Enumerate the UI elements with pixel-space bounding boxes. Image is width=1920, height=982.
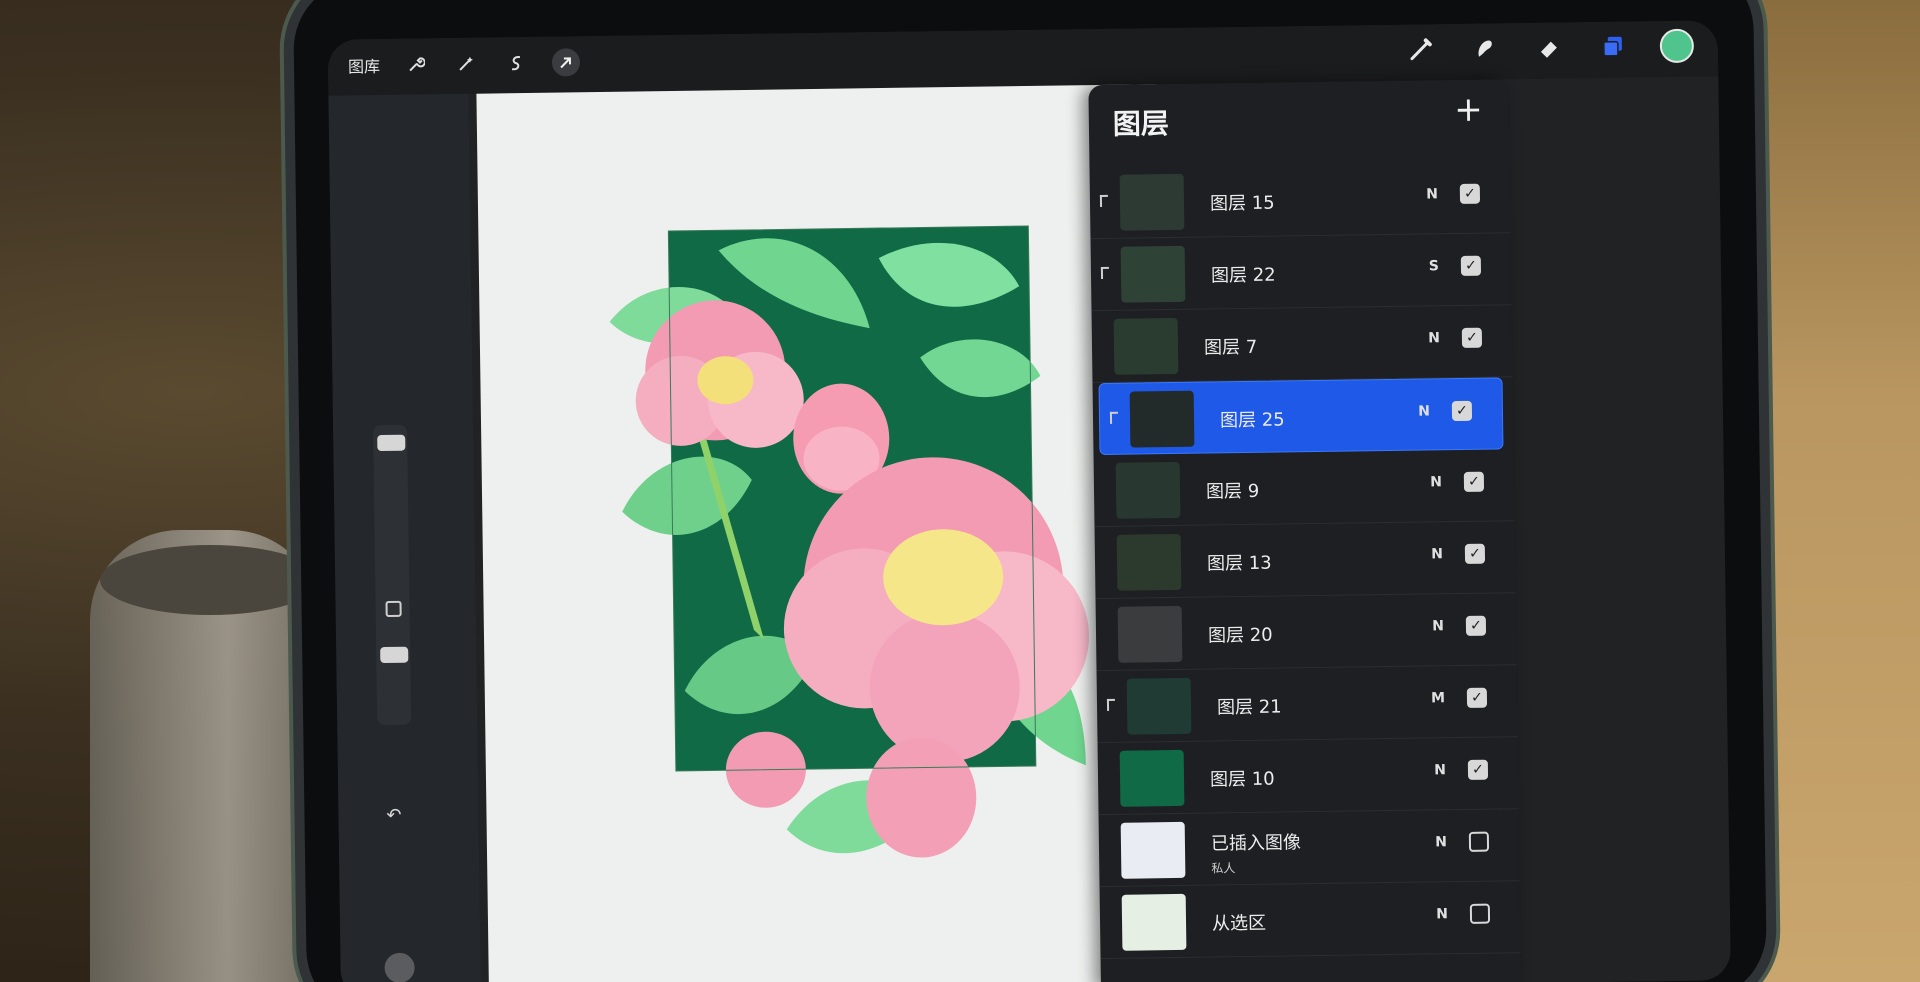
layer-name: 从选区: [1211, 912, 1267, 935]
layer-row[interactable]: 图层 21 M ✓: [1096, 665, 1518, 744]
toolbar-right-group: [1404, 28, 1695, 67]
transform-arrow-icon[interactable]: [551, 48, 581, 77]
undo-icon[interactable]: ↶: [386, 805, 401, 826]
layer-row[interactable]: 图层 9 N ✓: [1093, 449, 1515, 528]
top-toolbar: 图库: [327, 20, 1719, 96]
layer-row[interactable]: 图层 25 N ✓: [1098, 377, 1504, 456]
layers-panel: 图层 + 图层 15 N ✓ 图层 22 S ✓ 图层 7 N ✓ 图层 25 N ✓ 图层 9 N ✓ 图层…: [1088, 79, 1521, 982]
clipping-mask-icon: [1100, 266, 1110, 279]
layer-thumbnail[interactable]: [1120, 821, 1186, 879]
layer-thumbnail[interactable]: [1117, 605, 1183, 663]
layers-panel-title: 图层: [1112, 107, 1170, 141]
layer-row[interactable]: 已插入图像私人 N: [1098, 809, 1520, 888]
layer-row[interactable]: 从选区 N: [1099, 881, 1521, 960]
modify-button[interactable]: [385, 600, 402, 618]
magic-wand-icon[interactable]: [452, 50, 480, 78]
blend-mode-button[interactable]: N: [1436, 906, 1448, 922]
layer-thumbnail[interactable]: [1113, 317, 1179, 375]
layer-name: 图层 21: [1216, 696, 1282, 719]
smudge-icon[interactable]: [1468, 31, 1502, 65]
blend-mode-button[interactable]: N: [1431, 546, 1443, 562]
layer-thumbnail[interactable]: [1115, 461, 1181, 519]
layer-name: 图层 9: [1205, 480, 1260, 503]
layer-visibility-checkbox[interactable]: [1468, 831, 1490, 852]
selection-icon[interactable]: [502, 49, 530, 77]
layer-visibility-checkbox[interactable]: ✓: [1460, 255, 1482, 276]
layer-name: 图层 25: [1219, 409, 1285, 432]
blend-mode-button[interactable]: N: [1435, 834, 1447, 850]
brush-icon[interactable]: [1404, 32, 1438, 66]
camellia-artwork: [609, 225, 1090, 858]
blend-mode-button[interactable]: N: [1430, 474, 1442, 490]
mug-rim: [100, 545, 320, 615]
layer-row[interactable]: 图层 7 N ✓: [1091, 305, 1513, 384]
blend-mode-button[interactable]: N: [1426, 186, 1438, 202]
add-layer-button[interactable]: +: [1454, 90, 1483, 130]
blend-mode-button[interactable]: N: [1428, 330, 1440, 346]
blend-mode-button[interactable]: M: [1431, 690, 1445, 706]
redo-button[interactable]: [384, 952, 415, 982]
layers-icon[interactable]: [1596, 30, 1630, 64]
layer-visibility-checkbox[interactable]: ✓: [1461, 327, 1483, 348]
left-sidebar: ↶: [328, 93, 482, 982]
brush-size-slider[interactable]: [377, 434, 406, 452]
eraser-icon[interactable]: [1532, 30, 1566, 64]
layer-subtitle: 私人: [1211, 861, 1236, 876]
layer-name: 图层 10: [1209, 768, 1275, 791]
app-screen: 图库 ↶ 图层 + 图层 15 N ✓ 图层 22 S ✓ 图层 7 N ✓ 图…: [327, 20, 1731, 982]
blend-mode-button[interactable]: N: [1434, 762, 1446, 778]
gallery-button[interactable]: 图库: [348, 53, 380, 77]
layer-row[interactable]: 图层 15 N ✓: [1089, 161, 1511, 240]
layer-name: 图层 20: [1207, 624, 1273, 647]
layer-thumbnail[interactable]: [1120, 245, 1186, 303]
toolbar-left-group: 图库: [348, 48, 581, 79]
drawing-canvas[interactable]: [476, 84, 1169, 982]
layer-visibility-checkbox[interactable]: [1469, 903, 1491, 924]
sidebar-slider-track: [373, 424, 412, 726]
layer-thumbnail[interactable]: [1129, 390, 1195, 448]
layer-visibility-checkbox[interactable]: ✓: [1466, 687, 1488, 708]
layer-thumbnail[interactable]: [1119, 173, 1185, 231]
wrench-icon[interactable]: [402, 50, 430, 78]
opacity-slider[interactable]: [380, 646, 409, 664]
layer-thumbnail[interactable]: [1126, 677, 1192, 735]
clipping-mask-icon: [1109, 411, 1119, 424]
layer-thumbnail[interactable]: [1116, 533, 1182, 591]
layer-name: 图层 7: [1203, 336, 1258, 359]
layer-list: 图层 15 N ✓ 图层 22 S ✓ 图层 7 N ✓ 图层 25 N ✓ 图层 9 N ✓ 图层 13 N ✓…: [1089, 161, 1521, 960]
layer-row[interactable]: 图层 20 N ✓: [1095, 593, 1517, 672]
layer-name: 图层 13: [1206, 552, 1272, 575]
layer-row[interactable]: 图层 13 N ✓: [1094, 521, 1516, 600]
clipping-mask-icon: [1099, 194, 1109, 207]
layer-visibility-checkbox[interactable]: ✓: [1464, 543, 1486, 564]
layer-visibility-checkbox[interactable]: ✓: [1465, 615, 1487, 636]
layer-row[interactable]: 图层 22 S ✓: [1090, 233, 1512, 312]
blend-mode-button[interactable]: N: [1418, 403, 1430, 419]
layer-thumbnail[interactable]: [1121, 893, 1187, 951]
layer-thumbnail[interactable]: [1119, 749, 1185, 807]
layer-visibility-checkbox[interactable]: ✓: [1467, 759, 1489, 780]
layer-visibility-checkbox[interactable]: ✓: [1459, 183, 1481, 204]
layer-visibility-checkbox[interactable]: ✓: [1451, 400, 1473, 422]
layer-name: 已插入图像: [1210, 832, 1302, 855]
layer-row[interactable]: 图层 10 N ✓: [1097, 737, 1519, 816]
blend-mode-button[interactable]: S: [1429, 258, 1439, 274]
color-picker-swatch[interactable]: [1659, 28, 1695, 64]
layer-name: 图层 15: [1209, 192, 1275, 215]
blend-mode-button[interactable]: N: [1432, 618, 1444, 634]
layer-visibility-checkbox[interactable]: ✓: [1463, 471, 1485, 492]
layer-name: 图层 22: [1210, 264, 1276, 287]
tablet-device: 图库 ↶ 图层 + 图层 15 N ✓ 图层 22 S ✓ 图层 7 N ✓ 图…: [292, 0, 1768, 982]
clipping-mask-icon: [1106, 698, 1116, 711]
